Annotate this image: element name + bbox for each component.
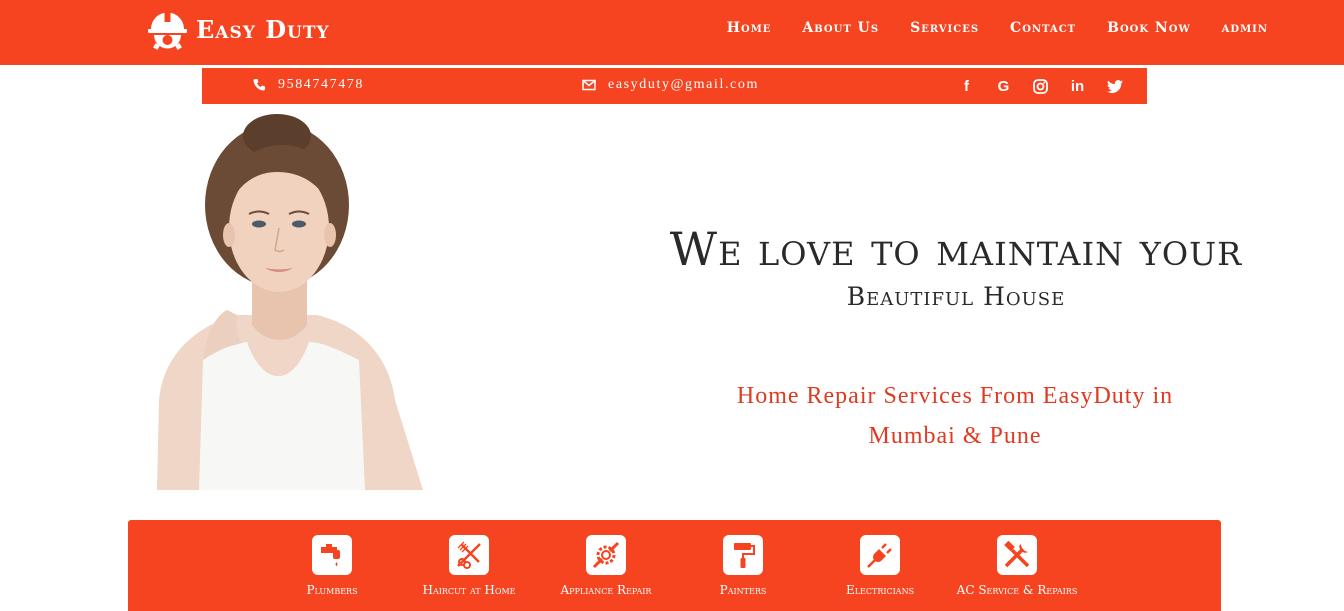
linkedin-icon[interactable]: in	[1068, 77, 1087, 96]
email-address: easyduty@gmail.com	[608, 77, 759, 92]
hero-woman-image	[157, 114, 423, 490]
plug-icon	[860, 535, 900, 575]
nav-home[interactable]: Home	[727, 20, 772, 36]
social-links: f G in	[957, 77, 1124, 96]
top-navbar: Easy Duty Home About Us Services Contact…	[0, 0, 1344, 65]
service-label: AC Service & Repairs	[956, 583, 1078, 597]
facebook-icon[interactable]: f	[957, 77, 976, 96]
phone-info[interactable]: 9584747478	[252, 77, 364, 93]
phone-icon	[253, 79, 265, 91]
nav-services[interactable]: Services	[910, 20, 979, 36]
service-label: Plumbers	[306, 583, 358, 597]
service-label: Haircut at Home	[422, 583, 516, 597]
twitter-icon[interactable]	[1105, 77, 1124, 96]
envelope-icon	[582, 79, 596, 91]
tools-icon	[997, 535, 1037, 575]
nav-admin[interactable]: admin	[1222, 20, 1268, 36]
scissors-comb-icon	[449, 535, 489, 575]
faucet-icon	[312, 535, 352, 575]
nav-contact[interactable]: Contact	[1010, 20, 1076, 36]
service-label: Electricians	[845, 583, 915, 597]
gear-wrench-icon	[586, 535, 626, 575]
main-nav: Home About Us Services Contact Book Now …	[727, 20, 1268, 36]
service-appliance-repair[interactable]: Appliance Repair	[541, 535, 671, 598]
phone-number: 9584747478	[278, 77, 364, 92]
service-haircut[interactable]: Haircut at Home	[404, 535, 534, 598]
nav-book-now[interactable]: Book Now	[1107, 20, 1191, 36]
contact-info-bar: 9584747478 easyduty@gmail.com f G in	[202, 68, 1147, 104]
hero-tagline: Home Repair Services From EasyDuty in Mu…	[736, 383, 1174, 449]
service-label: Appliance Repair	[560, 583, 652, 597]
brand-name: Easy Duty	[196, 15, 330, 44]
brand-logo-link[interactable]: Easy Duty	[145, 7, 330, 52]
services-strip: Plumbers Haircut at Home Appliance Repai…	[128, 520, 1221, 611]
paint-roller-icon	[723, 535, 763, 575]
google-icon[interactable]: G	[994, 77, 1013, 96]
hero-title: We love to maintain your	[669, 222, 1243, 276]
service-painters[interactable]: Painters	[678, 535, 808, 598]
service-ac-repairs[interactable]: AC Service & Repairs	[952, 535, 1082, 598]
hero-subtitle: Beautiful House	[846, 282, 1066, 311]
nav-about-us[interactable]: About Us	[802, 20, 879, 36]
helmet-gear-icon	[148, 12, 187, 50]
email-info[interactable]: easyduty@gmail.com	[582, 77, 759, 93]
instagram-icon[interactable]	[1031, 77, 1050, 96]
service-label: Painters	[719, 583, 767, 597]
service-electricians[interactable]: Electricians	[815, 535, 945, 598]
service-plumbers[interactable]: Plumbers	[267, 535, 397, 598]
